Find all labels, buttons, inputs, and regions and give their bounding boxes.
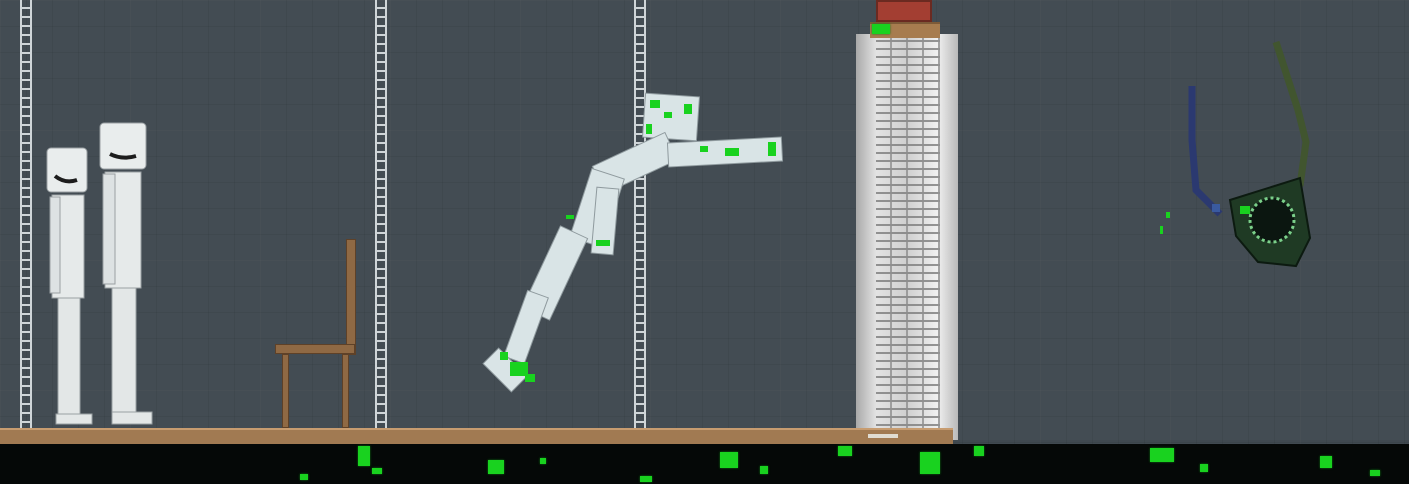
- floor-plate: [868, 434, 898, 438]
- wooden-floor: [0, 428, 953, 444]
- ground-pit: [0, 444, 1409, 484]
- game-viewport[interactable]: [0, 0, 1409, 484]
